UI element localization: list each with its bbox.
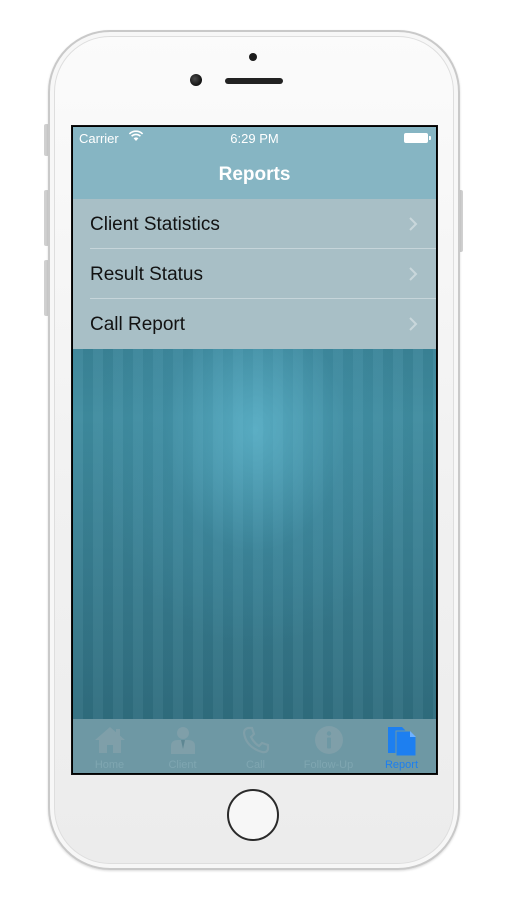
report-icon	[387, 727, 416, 757]
earpiece-speaker	[225, 78, 283, 84]
list-item-client-statistics[interactable]: Client Statistics	[73, 199, 436, 249]
tab-label: Home	[94, 759, 125, 771]
tab-call[interactable]: Call	[219, 719, 292, 773]
tab-label: Call	[246, 759, 265, 771]
navigation-bar: Carrier 6:29 PM Reports	[73, 127, 436, 199]
phone-icon	[242, 726, 269, 754]
tab-client[interactable]: Client	[146, 719, 219, 773]
list-item-label: Result Status	[90, 264, 203, 285]
chevron-right-icon	[409, 267, 418, 281]
status-time: 6:29 PM	[230, 131, 279, 146]
tab-home[interactable]: Home	[73, 719, 146, 773]
list-item-label: Client Statistics	[90, 214, 220, 235]
chevron-right-icon	[409, 217, 418, 231]
home-icon	[94, 727, 125, 753]
tab-follow-up[interactable]: Follow-Up	[292, 719, 365, 773]
tab-label: Follow-Up	[303, 759, 354, 771]
tab-label: Client	[168, 759, 197, 771]
reports-list: Client Statistics Result Status Call Rep…	[73, 199, 436, 349]
client-icon	[170, 727, 195, 754]
page-title: Reports	[218, 164, 291, 185]
list-item-call-report[interactable]: Call Report	[73, 299, 436, 349]
list-item-result-status[interactable]: Result Status	[73, 249, 436, 299]
chevron-right-icon	[409, 317, 418, 331]
battery-icon	[404, 133, 431, 143]
tab-report[interactable]: Report	[365, 719, 436, 773]
status-bar: Carrier 6:29 PM	[73, 127, 436, 149]
list-item-label: Call Report	[90, 314, 186, 335]
front-camera	[190, 74, 202, 86]
tab-bar: Home Client Call Follow-Up Report	[73, 719, 436, 773]
home-button[interactable]	[227, 789, 279, 841]
proximity-sensor	[249, 53, 257, 61]
app-content: Carrier 6:29 PM Reports Client Statistic…	[73, 127, 436, 773]
tab-label: Report	[384, 759, 419, 771]
screen: Carrier 6:29 PM Reports Client Statistic…	[71, 125, 438, 775]
info-icon	[314, 726, 343, 754]
